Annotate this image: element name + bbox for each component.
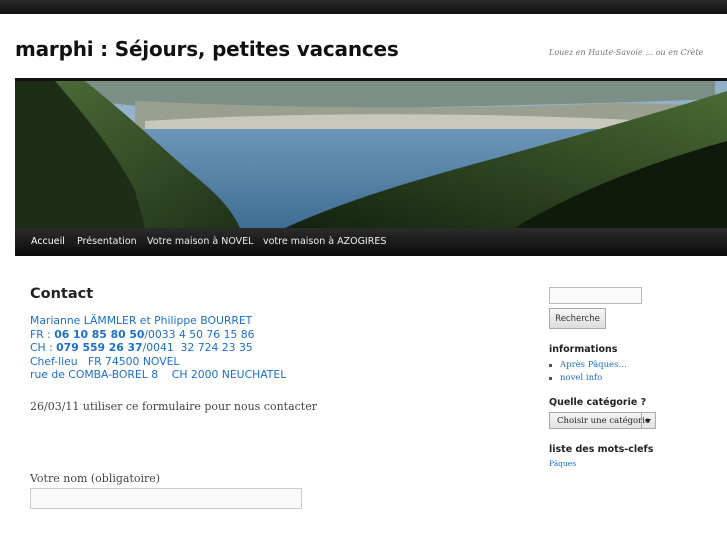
bullet-icon xyxy=(549,364,552,367)
category-select[interactable]: Choisir une catégorie xyxy=(549,412,656,429)
ch-prefix: CH : xyxy=(30,341,57,354)
search-input[interactable] xyxy=(549,287,642,304)
nav-item-maison-novel[interactable]: Votre maison à NOVEL xyxy=(147,236,253,247)
fr-prefix: FR : xyxy=(30,327,55,341)
tag-link-paques[interactable]: Pâques xyxy=(549,459,576,468)
post-link-apres-paques[interactable]: Après Pâques… xyxy=(560,360,627,370)
contact-details: Marianne LÄMMLER et Philippe BOURRET FR … xyxy=(30,314,286,382)
nav-item-presentation[interactable]: Présentation xyxy=(77,236,137,247)
ch-mobile-phone: 079 559 26 37 xyxy=(56,341,143,354)
address-fr: Chef-lieu FR 74500 NOVEL xyxy=(30,354,180,368)
page-title: Contact xyxy=(30,286,94,302)
ch-landline: /0041 32 724 23 35 xyxy=(142,341,253,354)
post-link-novel-info[interactable]: novel info xyxy=(560,373,602,383)
nav-item-maison-azogires[interactable]: votre maison à AZOGIRES xyxy=(263,236,386,247)
site-title[interactable]: marphi : Séjours, petites vacances xyxy=(15,37,399,61)
header-banner-image xyxy=(15,78,727,228)
contact-names: Marianne LÄMMLER et Philippe BOURRET xyxy=(30,314,253,327)
nav-item-accueil[interactable]: Accueil xyxy=(31,236,65,247)
category-select-value: Choisir une catégorie xyxy=(557,416,650,426)
fr-landline: /0033 4 50 76 15 86 xyxy=(144,327,255,341)
informations-list: Après Pâques… novel info xyxy=(549,359,627,384)
list-item: Après Pâques… xyxy=(549,359,627,372)
top-bar xyxy=(0,0,727,14)
list-item: novel info xyxy=(549,372,627,385)
name-field-label: Votre nom (obligatoire) xyxy=(30,472,161,485)
chevron-down-icon[interactable] xyxy=(641,413,655,428)
search-button[interactable]: Recherche xyxy=(549,308,606,329)
main-navigation: Accueil Présentation Votre maison à NOVE… xyxy=(15,228,727,256)
tags-widget-title: liste des mots-clefs xyxy=(549,444,654,455)
fr-mobile-phone: 06 10 85 80 50 xyxy=(54,327,145,341)
site-description: Louez en Haute-Savoie … ou en Crète xyxy=(549,48,704,57)
address-ch: rue de COMBA-BOREL 8 CH 2000 NEUCHATEL xyxy=(30,368,287,381)
categories-widget-title: Quelle catégorie ? xyxy=(549,397,647,408)
informations-widget-title: informations xyxy=(549,344,618,355)
form-intro-note: 26/03/11 utiliser ce formulaire pour nou… xyxy=(30,400,317,413)
bullet-icon xyxy=(549,376,552,380)
name-field[interactable] xyxy=(30,488,302,509)
